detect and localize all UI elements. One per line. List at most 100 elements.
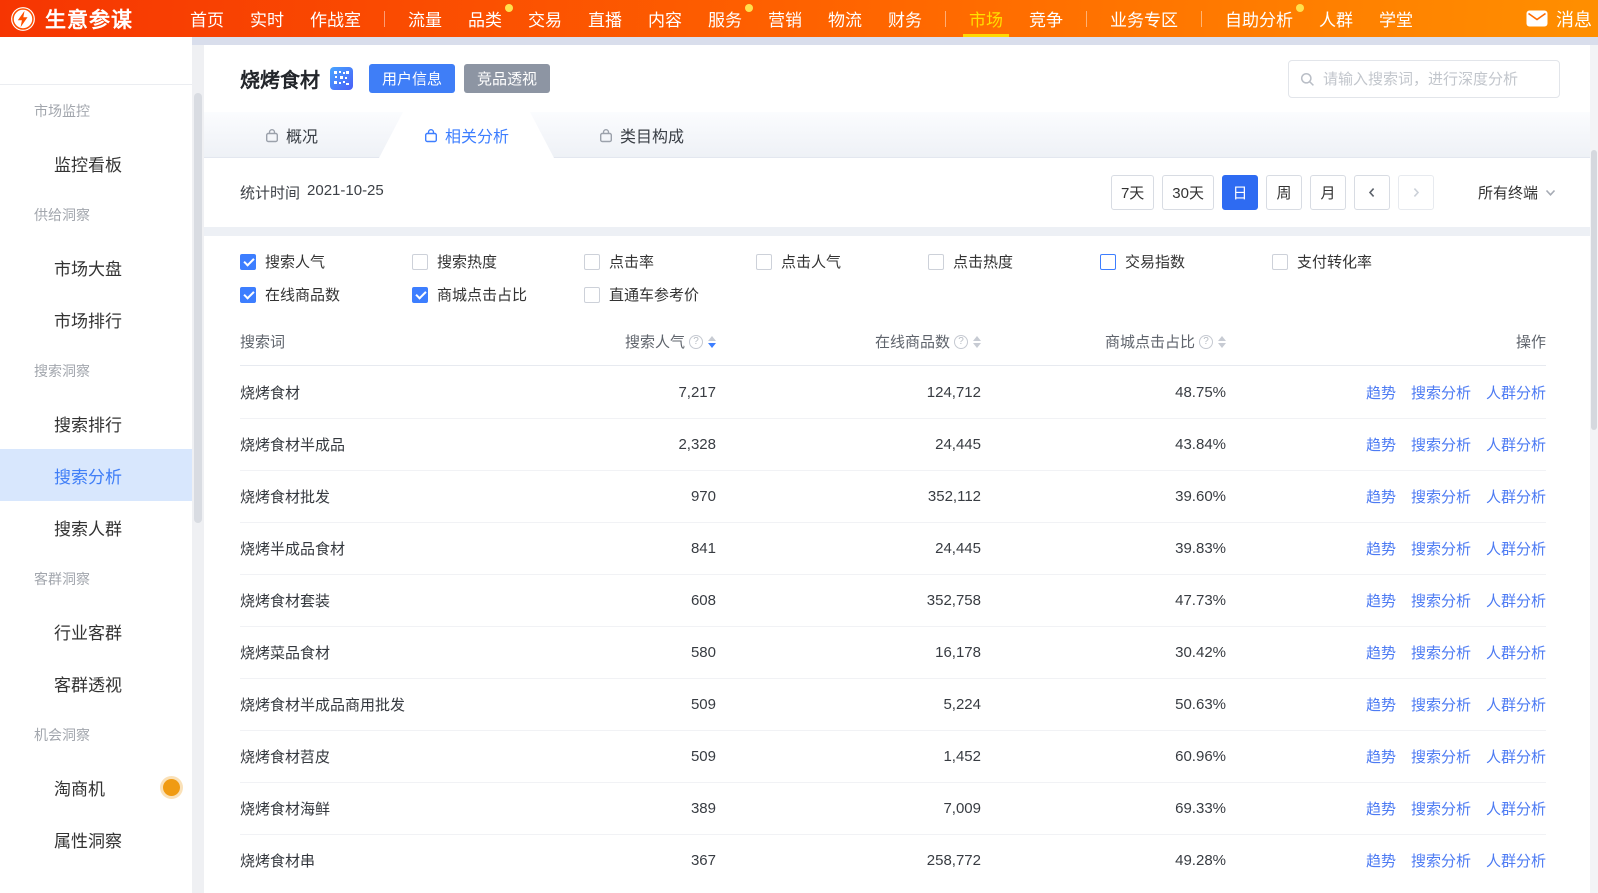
sort-control[interactable] (1218, 335, 1226, 348)
col-header-3[interactable]: 商城点击占比? (981, 331, 1226, 352)
sidebar-item-2-1[interactable]: 搜索分析 (0, 449, 192, 501)
nav-item-10[interactable]: 物流 (815, 0, 875, 37)
nav-item-2[interactable]: 作战室 (297, 0, 374, 37)
sort-control[interactable] (708, 335, 716, 348)
help-icon[interactable]: ? (689, 334, 703, 349)
metric-checkbox-0-1[interactable]: 搜索热度 (412, 251, 584, 272)
metric-checkbox-0-5[interactable]: 交易指数 (1100, 251, 1272, 272)
sort-desc-icon[interactable] (973, 342, 981, 348)
prev-period-button[interactable] (1353, 175, 1390, 210)
checkbox-unchecked-icon[interactable] (1272, 253, 1288, 270)
competitor-insight-button[interactable]: 竞品透视 (464, 64, 551, 93)
metric-checkbox-0-2[interactable]: 点击率 (584, 251, 756, 272)
col-header-2[interactable]: 在线商品数? (716, 331, 981, 352)
checkbox-checked-icon[interactable] (412, 286, 428, 303)
action-search-analysis-link[interactable]: 搜索分析 (1411, 850, 1471, 871)
metric-checkbox-0-3[interactable]: 点击人气 (756, 251, 928, 272)
brand[interactable]: 生意参谋 (10, 4, 133, 34)
nav-item-8[interactable]: 服务 (695, 0, 755, 37)
checkbox-unchecked-icon[interactable] (928, 253, 944, 270)
nav-item-17[interactable]: 学堂 (1366, 0, 1426, 37)
action-search-analysis-link[interactable]: 搜索分析 (1411, 486, 1471, 507)
sort-control[interactable] (973, 335, 981, 348)
sidebar-item-3-0[interactable]: 行业客群 (0, 605, 192, 657)
metric-checkbox-1-0[interactable]: 在线商品数 (240, 284, 412, 305)
range-button-1[interactable]: 30天 (1162, 175, 1214, 210)
sidebar-item-0-0[interactable]: 监控看板 (0, 137, 192, 189)
nav-item-0[interactable]: 首页 (177, 0, 237, 37)
action-crowd-analysis-link[interactable]: 人群分析 (1486, 538, 1546, 559)
nav-item-1[interactable]: 实时 (237, 0, 297, 37)
help-icon[interactable]: ? (1199, 334, 1213, 349)
nav-item-13[interactable]: 竞争 (1016, 0, 1076, 37)
search-input[interactable] (1323, 70, 1559, 88)
nav-item-4[interactable]: 品类 (455, 0, 515, 37)
messages-entry[interactable]: 消息 (1526, 0, 1592, 37)
user-info-button[interactable]: 用户信息 (369, 64, 456, 93)
metric-checkbox-1-2[interactable]: 直通车参考价 (584, 284, 756, 305)
range-button-4[interactable]: 月 (1309, 175, 1346, 210)
action-crowd-analysis-link[interactable]: 人群分析 (1486, 382, 1546, 403)
sidebar-item-2-0[interactable]: 搜索排行 (0, 397, 192, 449)
action-crowd-analysis-link[interactable]: 人群分析 (1486, 746, 1546, 767)
action-trend-link[interactable]: 趋势 (1366, 798, 1396, 819)
action-trend-link[interactable]: 趋势 (1366, 850, 1396, 871)
action-crowd-analysis-link[interactable]: 人群分析 (1486, 590, 1546, 611)
action-crowd-analysis-link[interactable]: 人群分析 (1486, 798, 1546, 819)
action-crowd-analysis-link[interactable]: 人群分析 (1486, 850, 1546, 871)
nav-item-11[interactable]: 财务 (875, 0, 935, 37)
checkbox-unchecked-icon[interactable] (412, 253, 428, 270)
sort-desc-icon[interactable] (1218, 342, 1226, 348)
sidebar-item-3-1[interactable]: 客群透视 (0, 657, 192, 709)
sidebar-item-4-1[interactable]: 属性洞察 (0, 813, 192, 865)
nav-item-14[interactable]: 业务专区 (1097, 0, 1191, 37)
action-trend-link[interactable]: 趋势 (1366, 486, 1396, 507)
checkbox-checked-icon[interactable] (240, 286, 256, 303)
action-trend-link[interactable]: 趋势 (1366, 694, 1396, 715)
action-trend-link[interactable]: 趋势 (1366, 590, 1396, 611)
metric-checkbox-0-0[interactable]: 搜索人气 (240, 251, 412, 272)
checkbox-checked-icon[interactable] (240, 253, 256, 270)
page-scrollbar-thumb[interactable] (1591, 150, 1597, 430)
next-period-button[interactable] (1397, 175, 1434, 210)
range-button-2[interactable]: 日 (1221, 175, 1258, 210)
action-trend-link[interactable]: 趋势 (1366, 382, 1396, 403)
action-trend-link[interactable]: 趋势 (1366, 538, 1396, 559)
sort-asc-icon[interactable] (973, 335, 981, 341)
checkbox-unchecked-icon[interactable] (1100, 253, 1116, 270)
sort-asc-icon[interactable] (708, 335, 716, 341)
nav-item-3[interactable]: 流量 (395, 0, 455, 37)
action-crowd-analysis-link[interactable]: 人群分析 (1486, 694, 1546, 715)
sidebar-item-2-2[interactable]: 搜索人群 (0, 501, 192, 553)
range-button-3[interactable]: 周 (1265, 175, 1302, 210)
sidebar-item-4-0[interactable]: 淘商机 (0, 761, 192, 813)
sidebar-item-1-0[interactable]: 市场大盘 (0, 241, 192, 293)
metric-checkbox-1-1[interactable]: 商城点击占比 (412, 284, 584, 305)
tab-category-composition[interactable]: 类目构成 (554, 112, 729, 158)
action-crowd-analysis-link[interactable]: 人群分析 (1486, 486, 1546, 507)
sort-asc-icon[interactable] (1218, 335, 1226, 341)
action-search-analysis-link[interactable]: 搜索分析 (1411, 798, 1471, 819)
nav-item-7[interactable]: 内容 (635, 0, 695, 37)
help-icon[interactable]: ? (954, 334, 968, 349)
nav-item-5[interactable]: 交易 (515, 0, 575, 37)
action-search-analysis-link[interactable]: 搜索分析 (1411, 642, 1471, 663)
nav-item-16[interactable]: 人群 (1306, 0, 1366, 37)
action-search-analysis-link[interactable]: 搜索分析 (1411, 590, 1471, 611)
action-search-analysis-link[interactable]: 搜索分析 (1411, 538, 1471, 559)
action-trend-link[interactable]: 趋势 (1366, 642, 1396, 663)
action-search-analysis-link[interactable]: 搜索分析 (1411, 746, 1471, 767)
sidebar-item-1-1[interactable]: 市场排行 (0, 293, 192, 345)
checkbox-unchecked-icon[interactable] (584, 253, 600, 270)
sidebar-scrollbar-thumb[interactable] (194, 93, 202, 523)
tab-related-analysis[interactable]: 相关分析 (379, 112, 554, 158)
action-trend-link[interactable]: 趋势 (1366, 434, 1396, 455)
col-header-1[interactable]: 搜索人气? (486, 331, 716, 352)
terminal-select[interactable]: 所有终端 (1478, 182, 1556, 203)
nav-item-12[interactable]: 市场 (956, 0, 1016, 37)
action-search-analysis-link[interactable]: 搜索分析 (1411, 434, 1471, 455)
action-search-analysis-link[interactable]: 搜索分析 (1411, 382, 1471, 403)
tab-overview[interactable]: 概况 (204, 112, 379, 158)
action-trend-link[interactable]: 趋势 (1366, 746, 1396, 767)
action-search-analysis-link[interactable]: 搜索分析 (1411, 694, 1471, 715)
